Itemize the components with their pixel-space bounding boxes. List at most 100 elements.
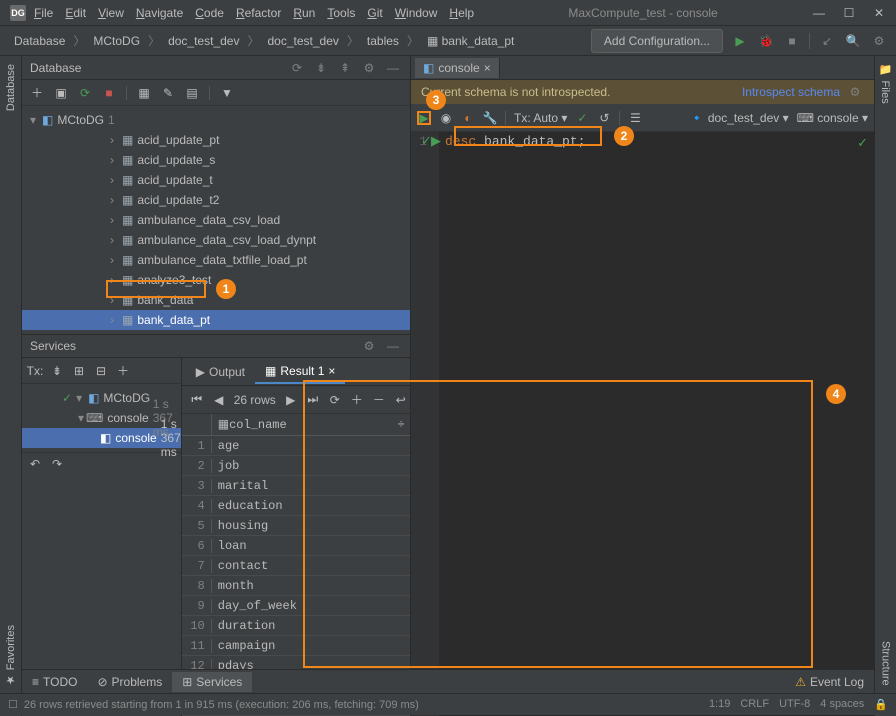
delete-row-icon[interactable]: － — [372, 393, 386, 407]
callout-4: 4 — [826, 384, 846, 404]
status-console-icon: ☐ — [8, 698, 18, 711]
context-console-dropdown[interactable]: ⌨ console ▾ — [797, 111, 868, 125]
favorites-tool-tab[interactable]: ★ Favorites — [4, 625, 17, 686]
crumb-3[interactable]: doc_test_dev — [261, 32, 344, 50]
menu-help[interactable]: Help — [449, 6, 474, 20]
table-view-icon[interactable]: ▦ — [137, 86, 151, 100]
bottom-tabs: ≡ TODO ⊘ Problems ⊞ Services ⚠ Event Log — [22, 669, 874, 693]
datasource-node[interactable]: ▾ ◧ MCtoDG 1 — [22, 110, 410, 130]
menu-code[interactable]: Code — [195, 6, 224, 20]
layout-icon[interactable]: ⊞ — [72, 364, 86, 378]
table-bank_data_pt[interactable]: ›▦bank_data_pt — [22, 310, 410, 330]
crumb-2[interactable]: doc_test_dev — [162, 32, 245, 50]
files-tool-tab[interactable]: 📁 Files — [879, 64, 892, 104]
menu-file[interactable]: File — [34, 6, 53, 20]
new-icon[interactable]: ＋ — [30, 86, 44, 100]
encoding[interactable]: UTF-8 — [779, 698, 810, 711]
execute-icon[interactable]: ▶ — [417, 111, 431, 125]
sync-icon[interactable]: ⟳ — [288, 59, 306, 77]
filter-table-icon[interactable]: ▼ — [220, 86, 234, 100]
debug-icon[interactable]: 🐞 — [757, 32, 775, 50]
prev-icon[interactable]: ↶ — [28, 457, 42, 471]
database-tool-tab[interactable]: Database — [5, 64, 17, 111]
rollback-tx-icon[interactable]: ↺ — [597, 111, 611, 125]
reload-grid-icon[interactable]: ⟳ — [328, 393, 342, 407]
crumb-5[interactable]: ▦ bank_data_pt — [421, 32, 520, 50]
menu-git[interactable]: Git — [367, 6, 382, 20]
page-last-icon[interactable]: ⏭ — [306, 393, 320, 407]
gear-icon[interactable]: ⚙ — [360, 337, 378, 355]
maximize-button[interactable]: ☐ — [842, 6, 856, 20]
hide-icon[interactable]: ― — [384, 337, 402, 355]
refresh-icon[interactable]: ⟳ — [78, 86, 92, 100]
table-ambulance_data_txtfile_load_pt[interactable]: ›▦ambulance_data_txtfile_load_pt — [22, 250, 410, 270]
table-acid_update_t2[interactable]: ›▦acid_update_t2 — [22, 190, 410, 210]
problems-tab[interactable]: ⊘ Problems — [87, 672, 172, 692]
hide-icon[interactable]: ― — [384, 59, 402, 77]
todo-tab[interactable]: ≡ TODO — [22, 672, 87, 692]
stop-db-icon[interactable]: ■ — [102, 86, 116, 100]
page-next-icon[interactable]: ▶ — [284, 393, 298, 407]
edit-icon[interactable]: ✎ — [161, 86, 175, 100]
sql-editor[interactable]: 1 ✓ ▶ desc bank_data_pt; ✓ — [411, 132, 874, 716]
menu-view[interactable]: View — [98, 6, 124, 20]
attach-icon[interactable]: ◉ — [439, 111, 453, 125]
table-ambulance_data_csv_load[interactable]: ›▦ambulance_data_csv_load — [22, 210, 410, 230]
structure-tool-tab[interactable]: Structure — [880, 641, 892, 686]
console-tab[interactable]: ◧ console × — [415, 58, 500, 78]
settings-ide-icon[interactable]: ⚙ — [870, 32, 888, 50]
add-configuration-button[interactable]: Add Configuration... — [591, 29, 723, 53]
duplicate-icon[interactable]: ▣ — [54, 86, 68, 100]
revert-icon[interactable]: ↩ — [394, 393, 408, 407]
commit-tx-icon[interactable]: ✓ — [575, 111, 589, 125]
page-first-icon[interactable]: ⏮ — [190, 393, 204, 407]
menu-navigate[interactable]: Navigate — [136, 6, 183, 20]
tree-icon[interactable]: ⊟ — [94, 364, 108, 378]
close-button[interactable]: ✕ — [872, 6, 886, 20]
service-console-child[interactable]: ◧ console 1 s 367 ms — [22, 428, 181, 448]
table-ambulance_data_csv_load_dynpt[interactable]: ›▦ambulance_data_csv_load_dynpt — [22, 230, 410, 250]
line-separator[interactable]: CRLF — [740, 698, 769, 711]
gear-icon[interactable]: ⚙ — [360, 59, 378, 77]
stop-icon[interactable]: ■ — [783, 32, 801, 50]
output-tab[interactable]: ▶ Output — [186, 361, 255, 383]
result-tab[interactable]: ▦ Result 1 × — [255, 360, 345, 384]
ddl-icon[interactable]: ▤ — [185, 86, 199, 100]
table-acid_update_pt[interactable]: ›▦acid_update_pt — [22, 130, 410, 150]
services-tab[interactable]: ⊞ Services — [172, 672, 252, 692]
browse-icon[interactable]: ☰ — [628, 111, 642, 125]
next-icon[interactable]: ↷ — [50, 457, 64, 471]
table-acid_update_s[interactable]: ›▦acid_update_s — [22, 150, 410, 170]
service-console-node[interactable]: ▾ ⌨ console 1 s 367 ms — [22, 408, 181, 428]
git-update-icon[interactable]: ↙ — [818, 32, 836, 50]
minimize-button[interactable]: ― — [812, 6, 826, 20]
menu-tools[interactable]: Tools — [327, 6, 355, 20]
database-tree[interactable]: ▾ ◧ MCtoDG 1 ›▦acid_update_pt›▦acid_upda… — [22, 106, 410, 334]
collapse-icon[interactable]: ⇞ — [336, 59, 354, 77]
introspect-link[interactable]: Introspect schema — [742, 85, 840, 99]
lock-icon[interactable]: 🔒 — [874, 698, 888, 711]
menu-edit[interactable]: Edit — [65, 6, 86, 20]
page-prev-icon[interactable]: ◀ — [212, 393, 226, 407]
add-row-icon[interactable]: ＋ — [350, 393, 364, 407]
gear-icon[interactable]: ⚙ — [846, 83, 864, 101]
crumb-1[interactable]: MCtoDG — [87, 32, 146, 50]
tx-auto-dropdown[interactable]: Tx: Auto ▾ — [514, 111, 567, 125]
event-log-tab[interactable]: ⚠ Event Log — [785, 672, 874, 692]
context-db-dropdown[interactable]: 🔹 doc_test_dev ▾ — [690, 111, 789, 125]
menu-refactor[interactable]: Refactor — [236, 6, 281, 20]
search-icon[interactable]: 🔍 — [844, 32, 862, 50]
run-icon[interactable]: ▶ — [731, 32, 749, 50]
wrench-icon[interactable]: 🔧 — [483, 111, 497, 125]
crumb-0[interactable]: Database — [8, 32, 71, 50]
breadcrumb-bar: Database〉MCtoDG〉doc_test_dev〉doc_test_de… — [0, 26, 896, 56]
menu-window[interactable]: Window — [395, 6, 438, 20]
add-service-icon[interactable]: ＋ — [116, 364, 130, 378]
menu-run[interactable]: Run — [293, 6, 315, 20]
crumb-4[interactable]: tables — [361, 32, 405, 50]
filter-icon[interactable]: ⇟ — [312, 59, 330, 77]
table-acid_update_t[interactable]: ›▦acid_update_t — [22, 170, 410, 190]
explain-icon[interactable]: ◐ — [461, 111, 475, 125]
expand-icon[interactable]: ⇟ — [50, 364, 64, 378]
indent[interactable]: 4 spaces — [820, 698, 864, 711]
